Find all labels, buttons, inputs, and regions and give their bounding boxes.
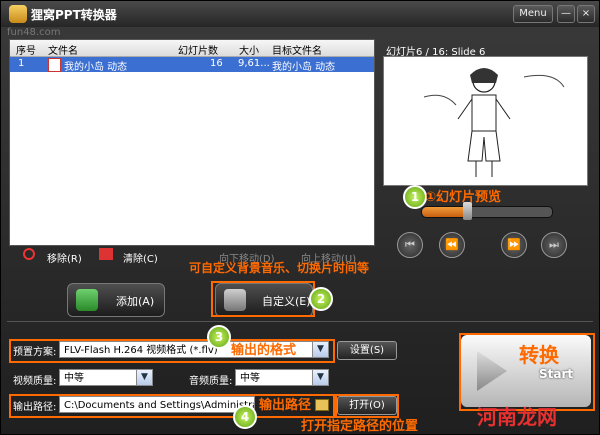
column-target[interactable]: 目标文件名: [272, 42, 322, 57]
output-path-label: 输出路径:: [13, 402, 57, 413]
close-button[interactable]: ×: [577, 5, 595, 23]
output-path-value: C:\Documents and Settings\Administrator\…: [64, 400, 254, 411]
column-size[interactable]: 大小: [239, 42, 259, 57]
output-path-input[interactable]: C:\Documents and Settings\Administrator\…: [59, 396, 255, 413]
app-window: 狸窝PPT转换器 Menu — × fun48.com 序号 文件名 幻灯片数 …: [0, 0, 600, 435]
last-slide-button[interactable]: ⏭: [541, 232, 567, 258]
row-size: 9,61...: [238, 58, 270, 69]
annotation-number-2: 2: [309, 287, 333, 311]
annotation-output: 输出路径: [259, 398, 312, 413]
column-index[interactable]: 序号: [16, 42, 36, 57]
prev-slide-button[interactable]: ⏪: [439, 232, 465, 258]
remove-button[interactable]: 移除(R): [47, 250, 82, 265]
add-button-label: 添加(A): [116, 295, 155, 308]
annotation-box-start: [459, 333, 595, 411]
row-index: 1: [18, 58, 25, 69]
video-quality-value: 中等: [64, 373, 84, 384]
preview-slider[interactable]: [421, 206, 553, 218]
menu-button-label: Menu: [519, 8, 547, 19]
clear-icon[interactable]: [99, 248, 113, 260]
video-quality-label: 视频质量:: [13, 376, 57, 387]
annotation-number-1: 1: [403, 185, 427, 209]
remove-icon[interactable]: [23, 248, 35, 260]
first-slide-button[interactable]: ⏮: [397, 232, 423, 258]
folder-icon[interactable]: [315, 399, 329, 411]
title-bar: 狸窝PPT转换器 Menu — ×: [1, 1, 599, 27]
separator: [7, 321, 593, 322]
annotation-custom: 可自定义背景音乐、切换片时间等: [189, 261, 370, 275]
annotation-number-4: 4: [233, 405, 257, 429]
row-target: 我的小岛 动态: [272, 62, 336, 73]
chevron-down-icon[interactable]: ▼: [312, 370, 328, 385]
column-filename[interactable]: 文件名: [48, 42, 78, 57]
next-slide-button[interactable]: ⏩: [501, 232, 527, 258]
slide-preview: [383, 56, 588, 186]
video-quality-select[interactable]: 中等 ▼: [59, 369, 153, 386]
settings-button[interactable]: 设置(S): [337, 341, 397, 360]
preset-value: FLV-Flash H.264 视频格式 (*.flv): [64, 345, 218, 356]
menu-button[interactable]: Menu: [513, 5, 553, 23]
chevron-down-icon[interactable]: ▼: [136, 370, 152, 385]
file-list[interactable]: 序号 文件名 幻灯片数 大小 目标文件名 1 我的小岛 动态 16 9,61..…: [9, 39, 375, 246]
ppt-file-icon: [48, 58, 61, 72]
add-button[interactable]: 添加(A): [67, 283, 165, 317]
table-row[interactable]: 1 我的小岛 动态 16 9,61... 我的小岛 动态: [10, 57, 374, 73]
annotation-format: 输出的格式: [231, 343, 297, 358]
app-icon: [9, 5, 27, 23]
preset-label: 预置方案:: [13, 347, 57, 358]
audio-quality-select[interactable]: 中等 ▼: [235, 369, 329, 386]
annotation-box-custom: [211, 281, 315, 317]
audio-quality-label: 音频质量:: [189, 376, 233, 387]
annotation-number-3: 3: [207, 325, 231, 349]
file-list-header: 序号 文件名 幻灯片数 大小 目标文件名: [10, 40, 374, 57]
watermark-text: fun48.com: [7, 27, 61, 38]
add-icon: [76, 289, 98, 311]
slide-sketch: [423, 68, 565, 177]
annotation-preview: ①幻灯片预览: [425, 190, 502, 205]
row-filename: 我的小岛 动态: [64, 62, 128, 73]
chevron-down-icon[interactable]: ▼: [312, 342, 328, 357]
app-title: 狸窝PPT转换器: [31, 8, 117, 22]
row-slides: 16: [210, 58, 223, 69]
clear-button[interactable]: 清除(C): [123, 250, 158, 265]
site-watermark: 河南龙网: [477, 405, 557, 429]
audio-quality-value: 中等: [240, 373, 260, 384]
column-slides[interactable]: 幻灯片数: [178, 42, 218, 57]
annotation-open: 打开指定路径的位置: [301, 419, 419, 434]
minimize-button[interactable]: —: [557, 5, 575, 23]
